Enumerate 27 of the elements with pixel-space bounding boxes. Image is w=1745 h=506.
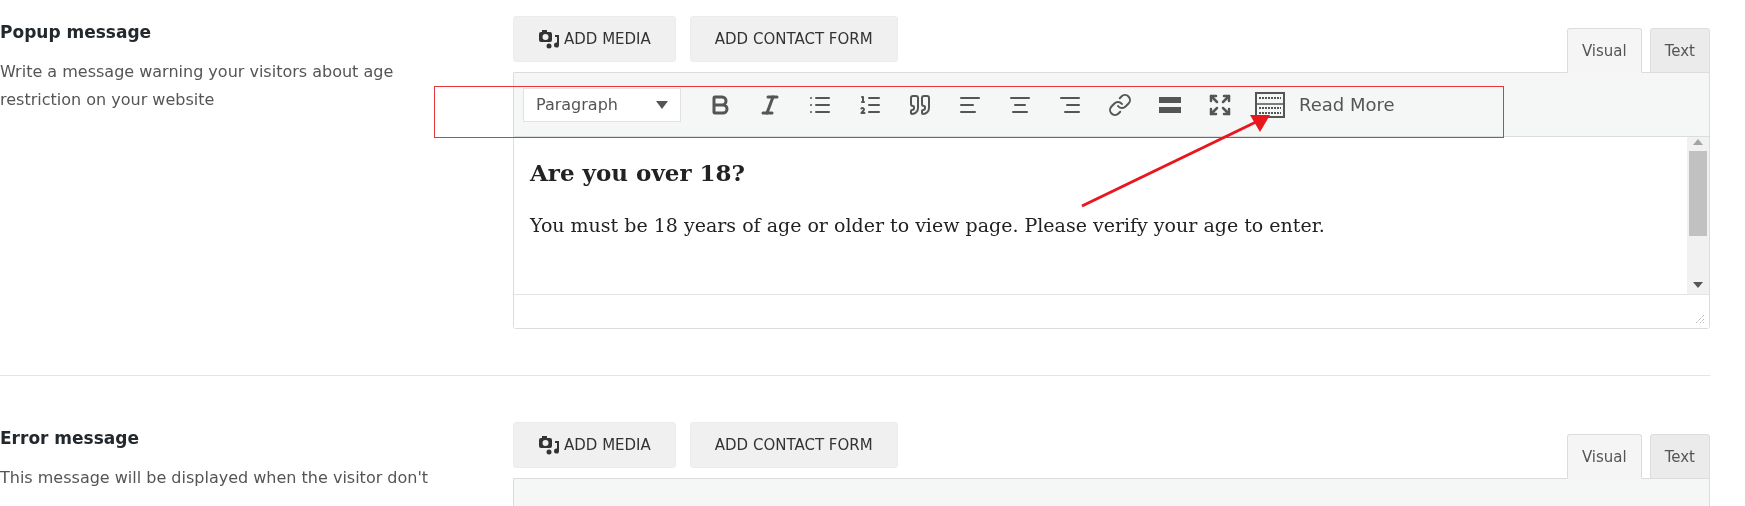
scrollbar[interactable] <box>1687 137 1709 294</box>
fullscreen-icon <box>1208 92 1232 117</box>
camera-music-icon <box>538 29 560 49</box>
content-paragraph: You must be 18 years of age or older to view page. Please verify your age to enter. <box>530 214 1326 236</box>
editor-tab[interactable]: Visual <box>1566 28 1642 73</box>
quote-icon <box>908 92 932 117</box>
scroll-down-icon[interactable] <box>1693 282 1703 290</box>
add-contact-form-button[interactable]: ADD CONTACT FORM <box>689 422 898 468</box>
editor-tab[interactable]: Visual <box>1566 434 1642 479</box>
caret-icon <box>656 100 668 109</box>
add-media-button[interactable]: ADD MEDIA <box>513 16 676 62</box>
resize-grip-icon[interactable] <box>1695 314 1705 324</box>
read-more-label: Read More <box>1299 94 1395 115</box>
field-description: This message will be displayed when the visitor don't <box>0 467 430 489</box>
add-media-button[interactable]: ADD MEDIA <box>513 422 676 468</box>
add-contact-form-button[interactable]: ADD CONTACT FORM <box>689 16 898 62</box>
field-label: Popup message <box>0 22 153 42</box>
read-more-icon <box>1255 91 1285 118</box>
format-dropdown[interactable]: Paragraph <box>523 87 681 122</box>
horizontal-line-icon <box>1158 94 1182 115</box>
field-description: Write a message warning your visitors about age restriction on your website <box>0 61 395 111</box>
editor-tab[interactable]: Text <box>1649 434 1710 479</box>
link-icon <box>1108 92 1132 117</box>
field-label: Error message <box>0 428 140 448</box>
content-heading: Are you over 18? <box>530 159 746 186</box>
camera-music-icon <box>538 435 560 455</box>
editor-tab[interactable]: Text <box>1649 28 1710 73</box>
